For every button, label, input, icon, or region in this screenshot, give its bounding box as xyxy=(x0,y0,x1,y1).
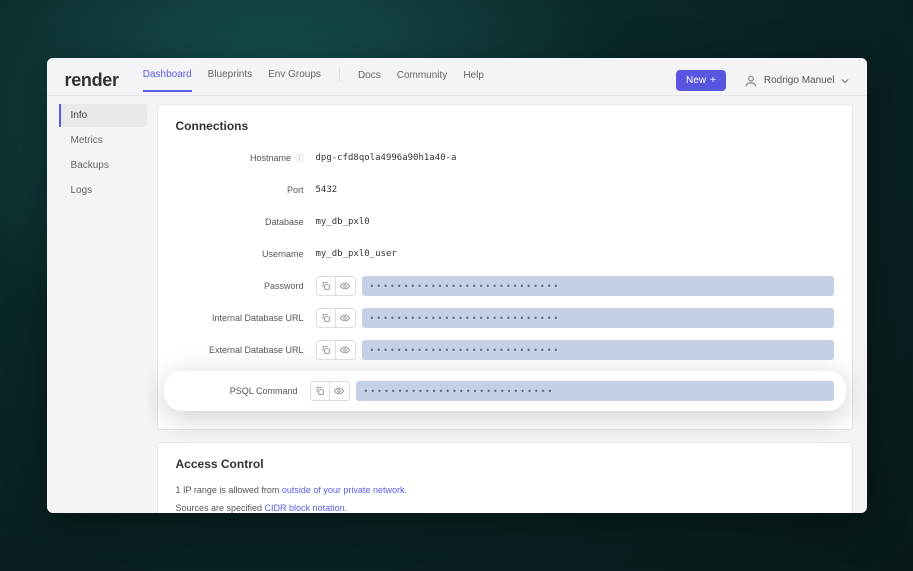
sidebar: Info Metrics Backups Logs xyxy=(47,96,147,513)
access-control-title: Access Control xyxy=(176,457,834,471)
nav-envgroups[interactable]: Env Groups xyxy=(268,69,321,92)
port-label: Port xyxy=(176,185,316,195)
user-name: Rodrigo Manuel xyxy=(764,75,835,86)
connections-card: Connections Hostname ⓘ dpg-cfd8qola4996a… xyxy=(157,104,853,430)
nav-dashboard[interactable]: Dashboard xyxy=(143,69,192,92)
copy-button[interactable] xyxy=(316,308,336,328)
body: Info Metrics Backups Logs Connections Ho… xyxy=(47,96,867,513)
sidebar-item-backups[interactable]: Backups xyxy=(59,154,147,177)
username-label: Username xyxy=(176,249,316,259)
nav-docs[interactable]: Docs xyxy=(358,70,381,91)
internal-url-secret: •••••••••••••••••••••••••••• xyxy=(316,308,834,328)
nav-separator xyxy=(339,68,340,82)
new-button-label: New xyxy=(686,75,706,86)
copy-button[interactable] xyxy=(316,340,336,360)
password-label: Password xyxy=(176,281,316,291)
port-row: Port 5432 xyxy=(176,179,834,201)
eye-icon xyxy=(340,281,350,291)
connections-title: Connections xyxy=(176,119,834,133)
username-row: Username my_db_pxl0_user xyxy=(176,243,834,265)
password-secret: •••••••••••••••••••••••••••• xyxy=(316,276,834,296)
external-url-row: External Database URL ••••••••••••••••••… xyxy=(176,339,834,361)
copy-button[interactable] xyxy=(310,381,330,401)
nav-blueprints[interactable]: Blueprints xyxy=(208,69,252,92)
primary-nav: Dashboard Blueprints Env Groups xyxy=(143,69,321,92)
database-label: Database xyxy=(176,217,316,227)
plus-icon: + xyxy=(710,75,716,86)
copy-icon xyxy=(315,386,325,396)
port-value: 5432 xyxy=(316,185,834,195)
database-row: Database my_db_pxl0 xyxy=(176,211,834,233)
eye-icon xyxy=(334,386,344,396)
info-icon[interactable]: ⓘ xyxy=(296,154,304,163)
copy-icon xyxy=(321,345,331,355)
secondary-nav: Docs Community Help xyxy=(358,70,484,91)
internal-url-label: Internal Database URL xyxy=(176,313,316,323)
access-line-2: Sources are specified CIDR block notatio… xyxy=(176,503,834,513)
app-window: render Dashboard Blueprints Env Groups D… xyxy=(47,58,867,513)
copy-icon xyxy=(321,281,331,291)
header: render Dashboard Blueprints Env Groups D… xyxy=(47,58,867,96)
reveal-button[interactable] xyxy=(336,276,356,296)
eye-icon xyxy=(340,313,350,323)
user-menu[interactable]: Rodrigo Manuel xyxy=(744,74,849,88)
username-value: my_db_pxl0_user xyxy=(316,249,834,259)
hostname-label: Hostname ⓘ xyxy=(176,153,316,164)
nav-help[interactable]: Help xyxy=(463,70,484,91)
internal-url-masked: •••••••••••••••••••••••••••• xyxy=(362,308,834,328)
psql-secret: •••••••••••••••••••••••••••• xyxy=(310,381,834,401)
reveal-button[interactable] xyxy=(336,340,356,360)
external-url-label: External Database URL xyxy=(176,345,316,355)
password-masked: •••••••••••••••••••••••••••• xyxy=(362,276,834,296)
psql-row-highlighted: PSQL Command •••••••••••••••••••••••••••… xyxy=(164,371,846,411)
psql-masked: •••••••••••••••••••••••••••• xyxy=(356,381,834,401)
external-url-masked: •••••••••••••••••••••••••••• xyxy=(362,340,834,360)
hostname-value: dpg-cfd8qola4996a90h1a40-a xyxy=(316,153,834,163)
nav-community[interactable]: Community xyxy=(397,70,448,91)
reveal-button[interactable] xyxy=(336,308,356,328)
private-network-link[interactable]: outside of your private network xyxy=(282,485,405,495)
user-icon xyxy=(744,74,758,88)
sidebar-item-info[interactable]: Info xyxy=(59,104,147,127)
cidr-link[interactable]: CIDR block notation xyxy=(265,503,345,513)
access-line-1: 1 IP range is allowed from outside of yo… xyxy=(176,485,834,495)
copy-icon xyxy=(321,313,331,323)
access-control-card: Access Control 1 IP range is allowed fro… xyxy=(157,442,853,513)
main-content: Connections Hostname ⓘ dpg-cfd8qola4996a… xyxy=(147,96,867,513)
external-url-secret: •••••••••••••••••••••••••••• xyxy=(316,340,834,360)
internal-url-row: Internal Database URL ••••••••••••••••••… xyxy=(176,307,834,329)
password-row: Password •••••••••••••••••••••••••••• xyxy=(176,275,834,297)
database-value: my_db_pxl0 xyxy=(316,217,834,227)
hostname-row: Hostname ⓘ dpg-cfd8qola4996a90h1a40-a xyxy=(176,147,834,169)
psql-label: PSQL Command xyxy=(176,386,310,396)
new-button[interactable]: New + xyxy=(676,70,726,91)
sidebar-item-logs[interactable]: Logs xyxy=(59,179,147,202)
copy-button[interactable] xyxy=(316,276,336,296)
chevron-down-icon xyxy=(841,77,849,85)
sidebar-item-metrics[interactable]: Metrics xyxy=(59,129,147,152)
eye-icon xyxy=(340,345,350,355)
reveal-button[interactable] xyxy=(330,381,350,401)
brand-logo[interactable]: render xyxy=(65,70,119,91)
